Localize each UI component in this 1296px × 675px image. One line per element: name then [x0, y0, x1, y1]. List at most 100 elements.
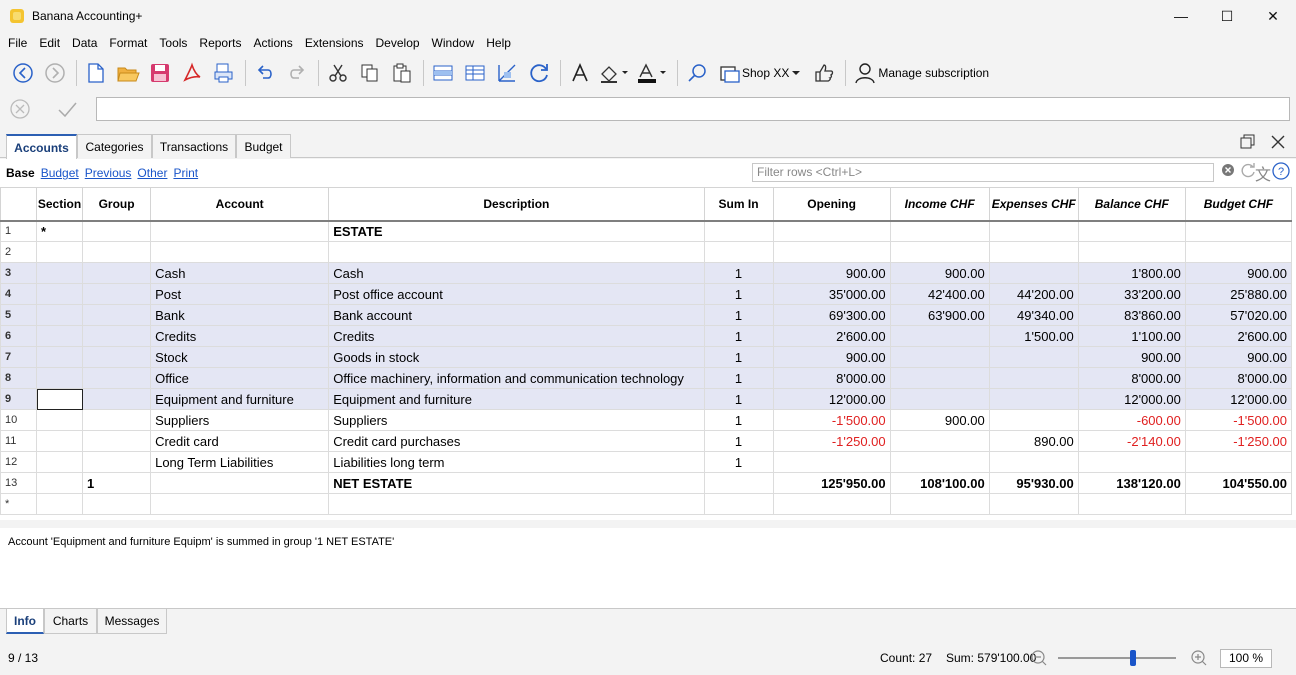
- cell-description[interactable]: Equipment and furniture: [328, 388, 705, 410]
- cell-balance[interactable]: -600.00: [1077, 409, 1186, 431]
- view-budget[interactable]: Budget: [41, 166, 79, 180]
- panel-splitter[interactable]: [0, 520, 1296, 528]
- cell-group[interactable]: [82, 430, 152, 452]
- menu-data[interactable]: Data: [66, 36, 103, 50]
- cell-description[interactable]: Bank account: [328, 304, 705, 326]
- col-header-balance[interactable]: Balance CHF: [1077, 187, 1186, 222]
- search-icon[interactable]: [682, 58, 712, 88]
- cell-section[interactable]: [36, 304, 84, 326]
- zoom-slider-thumb[interactable]: [1130, 650, 1136, 666]
- cell-sumin[interactable]: 1: [703, 346, 774, 368]
- fill-color-icon[interactable]: [597, 58, 633, 88]
- cell-account[interactable]: [150, 493, 330, 515]
- cell-budget[interactable]: 57'020.00: [1184, 304, 1293, 326]
- cell-budget[interactable]: -1'250.00: [1184, 430, 1293, 452]
- menu-extensions[interactable]: Extensions: [299, 36, 370, 50]
- view-print[interactable]: Print: [173, 166, 198, 180]
- cell-section[interactable]: [36, 283, 84, 305]
- row-number[interactable]: 4: [0, 283, 38, 305]
- cell-sumin[interactable]: [703, 241, 774, 263]
- zoom-level[interactable]: 100 %: [1220, 649, 1272, 668]
- cell-description[interactable]: Goods in stock: [328, 346, 705, 368]
- maximize-button[interactable]: ☐: [1204, 0, 1250, 32]
- cell-balance[interactable]: 12'000.00: [1077, 388, 1186, 410]
- close-doc-icon[interactable]: [1270, 134, 1286, 155]
- refresh-filter-icon[interactable]: [1240, 162, 1256, 181]
- cell-opening[interactable]: [772, 493, 891, 515]
- cell-balance[interactable]: [1077, 451, 1186, 473]
- col-header-income[interactable]: Income CHF: [889, 187, 990, 222]
- menu-edit[interactable]: Edit: [33, 36, 66, 50]
- col-header-opening[interactable]: Opening: [772, 187, 891, 222]
- shop-dropdown[interactable]: Shop XX: [714, 58, 809, 88]
- cell-expenses[interactable]: [988, 388, 1079, 410]
- cell-account[interactable]: Bank: [150, 304, 330, 326]
- cell-expenses[interactable]: [988, 367, 1079, 389]
- cell-balance[interactable]: 83'860.00: [1077, 304, 1186, 326]
- cell-income[interactable]: 63'900.00: [889, 304, 990, 326]
- row-number[interactable]: 8: [0, 367, 38, 389]
- cell-account[interactable]: Credits: [150, 325, 330, 347]
- table-row[interactable]: 12 Long Term Liabilities Liabilities long …: [0, 451, 1293, 473]
- cell-balance[interactable]: [1077, 493, 1186, 515]
- cell-budget[interactable]: -1'500.00: [1184, 409, 1293, 431]
- table-row[interactable]: 4 Post Post office account 1 35'000.00 42'400…: [0, 283, 1293, 305]
- undo-icon[interactable]: [250, 58, 280, 88]
- cell-edit-input[interactable]: [96, 97, 1290, 121]
- cell-section[interactable]: [36, 409, 84, 431]
- cell-section[interactable]: [36, 346, 84, 368]
- cell-balance[interactable]: [1077, 241, 1186, 263]
- cell-group[interactable]: [82, 493, 152, 515]
- cell-account[interactable]: Stock: [150, 346, 330, 368]
- cell-group[interactable]: [82, 451, 152, 473]
- paste-icon[interactable]: [387, 58, 417, 88]
- save-icon[interactable]: [145, 58, 175, 88]
- help-icon[interactable]: ?: [1272, 162, 1290, 183]
- cell-budget[interactable]: 25'880.00: [1184, 283, 1293, 305]
- view-other[interactable]: Other: [137, 166, 167, 180]
- col-header-account[interactable]: Account: [150, 187, 330, 222]
- cell-expenses[interactable]: 95'930.00: [988, 472, 1079, 494]
- confirm-edit-icon[interactable]: [56, 99, 78, 122]
- cell-group[interactable]: 1: [82, 472, 152, 494]
- tab-info[interactable]: Info: [6, 609, 44, 634]
- table-row[interactable]: 1 * ESTATE: [0, 220, 1293, 242]
- cell-income[interactable]: [889, 325, 990, 347]
- tab-messages[interactable]: Messages: [97, 609, 167, 634]
- cell-section[interactable]: [36, 388, 84, 410]
- cell-expenses[interactable]: 44'200.00: [988, 283, 1079, 305]
- cell-income[interactable]: [889, 220, 990, 242]
- col-header-sum-in[interactable]: Sum In: [703, 187, 774, 222]
- cell-section[interactable]: [36, 493, 84, 515]
- cell-expenses[interactable]: 1'500.00: [988, 325, 1079, 347]
- cell-opening[interactable]: -1'500.00: [772, 409, 891, 431]
- tab-categories[interactable]: Categories: [77, 134, 152, 158]
- columns-icon[interactable]: [492, 58, 522, 88]
- col-header-group[interactable]: Group: [82, 187, 152, 222]
- print-preview-icon[interactable]: [209, 58, 239, 88]
- cell-expenses[interactable]: [988, 346, 1079, 368]
- tab-accounts[interactable]: Accounts: [6, 134, 77, 159]
- table-row[interactable]: 7 Stock Goods in stock 1 900.00 900.00 900.00: [0, 346, 1293, 368]
- view-previous[interactable]: Previous: [85, 166, 132, 180]
- filter-rows-input[interactable]: Filter rows <Ctrl+L>: [752, 163, 1214, 182]
- table-row[interactable]: 13 1 NET ESTATE 125'950.00 108'100.00 95'930.…: [0, 472, 1293, 494]
- menu-help[interactable]: Help: [480, 36, 517, 50]
- cell-budget[interactable]: 104'550.00: [1184, 472, 1293, 494]
- text-color-icon[interactable]: [635, 58, 671, 88]
- cell-group[interactable]: [82, 220, 152, 242]
- menu-format[interactable]: Format: [103, 36, 153, 50]
- cell-section[interactable]: [36, 451, 84, 473]
- cell-account[interactable]: [150, 220, 330, 242]
- row-number[interactable]: 6: [0, 325, 38, 347]
- cell-income[interactable]: [889, 388, 990, 410]
- menu-reports[interactable]: Reports: [193, 36, 247, 50]
- view-base[interactable]: Base: [6, 166, 35, 180]
- table-row[interactable]: *: [0, 493, 1293, 515]
- language-icon[interactable]: ⽂: [1255, 161, 1271, 185]
- cell-sumin[interactable]: 1: [703, 409, 774, 431]
- cell-group[interactable]: [82, 388, 152, 410]
- cell-group[interactable]: [82, 262, 152, 284]
- cell-budget[interactable]: [1184, 241, 1293, 263]
- open-folder-icon[interactable]: [113, 58, 143, 88]
